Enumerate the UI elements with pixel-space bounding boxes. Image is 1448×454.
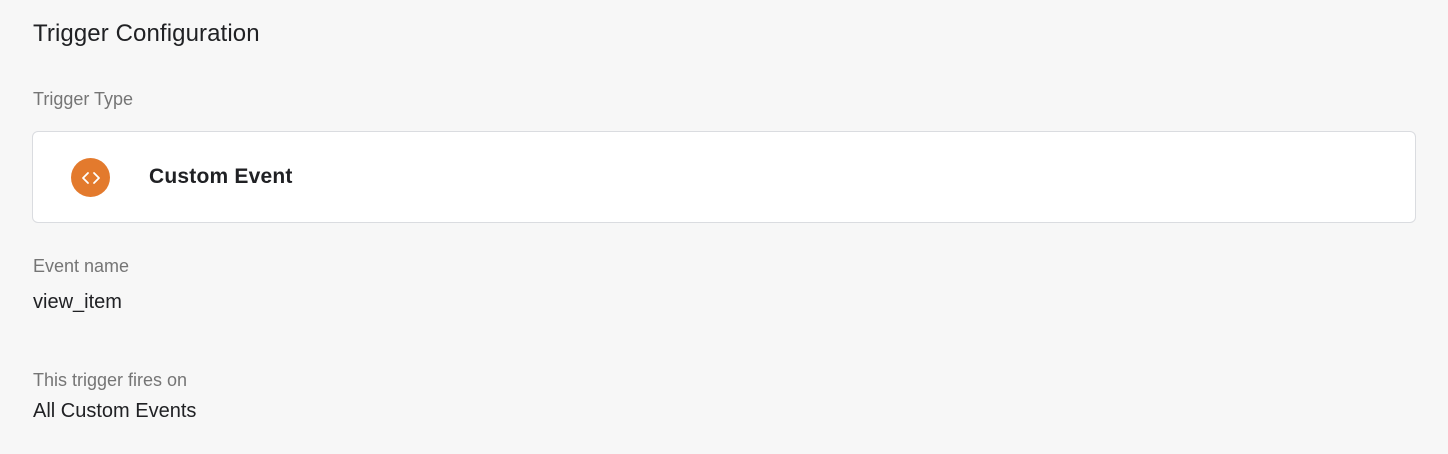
- trigger-type-card[interactable]: Custom Event: [32, 131, 1416, 223]
- trigger-configuration-panel: Trigger Configuration Trigger Type Custo…: [0, 0, 1448, 454]
- section-title: Trigger Configuration: [33, 20, 260, 47]
- fires-on-label: This trigger fires on: [33, 370, 188, 390]
- code-brackets-icon: [71, 158, 110, 197]
- trigger-type-name: Custom Event: [149, 165, 293, 188]
- trigger-type-label: Trigger Type: [33, 89, 134, 109]
- event-name-value: view_item: [33, 291, 122, 313]
- fires-on-value: All Custom Events: [33, 400, 197, 422]
- event-name-label: Event name: [33, 256, 130, 276]
